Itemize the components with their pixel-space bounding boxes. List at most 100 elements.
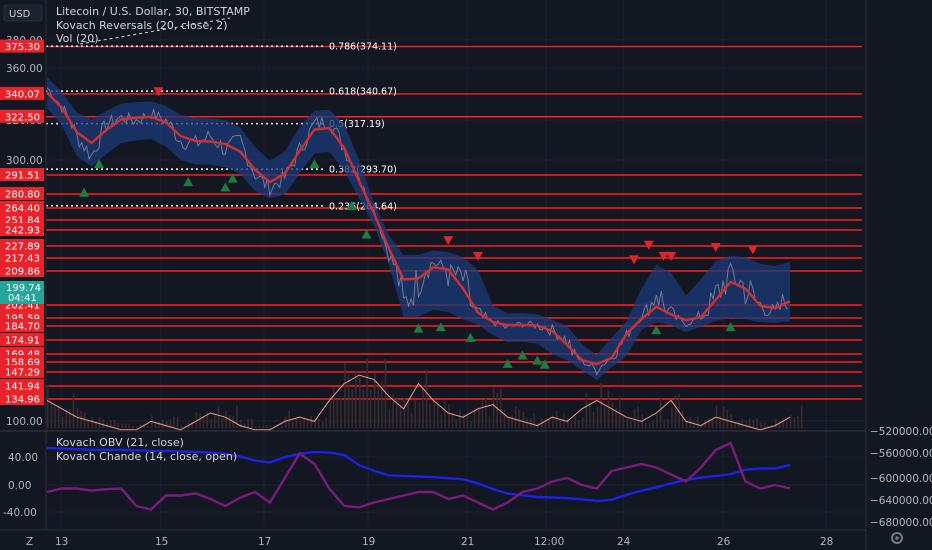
volume-bar	[696, 416, 699, 428]
volume-bar	[284, 416, 287, 428]
volume-bar	[299, 419, 302, 428]
volume-bar	[210, 419, 213, 428]
volume-bar	[715, 405, 718, 428]
volume-bar	[255, 426, 257, 428]
volume-bar	[433, 401, 435, 428]
volume-bar	[161, 419, 164, 428]
volume-bar	[797, 416, 799, 428]
indicator-kovach-chande[interactable]: Kovach Chande (14, close, open)	[56, 450, 237, 463]
reversal-down-marker	[643, 240, 654, 250]
chande-tick-label: -40.00	[3, 507, 37, 519]
settings-gear-icon[interactable]	[891, 532, 903, 544]
volume-bar	[340, 397, 342, 428]
volume-bar	[128, 424, 131, 428]
current-price-tag: 199.74 04:41	[0, 281, 44, 304]
volume-bar	[734, 422, 736, 428]
indicator-kovach-obv[interactable]: Kovach OBV (21, close)	[56, 436, 184, 449]
volume-bar	[121, 423, 123, 428]
volume-bar	[793, 417, 796, 428]
indicator-kovach-reversals[interactable]: Kovach Reversals (20, close, 2)	[56, 19, 228, 32]
volume-bar	[503, 409, 506, 428]
volume-bar	[321, 421, 324, 428]
volume-bar	[429, 404, 431, 428]
volume-bar	[418, 402, 421, 428]
volume-bar	[240, 419, 242, 428]
volume-bar	[470, 420, 472, 428]
indicator-volume[interactable]: Vol (20)	[56, 32, 99, 45]
volume-bar	[176, 417, 179, 428]
volume-bar	[87, 420, 90, 428]
obv-tick-label: −680000.00	[870, 517, 932, 529]
volume-bar	[440, 414, 443, 428]
volume-bar	[214, 413, 216, 428]
reversal-down-marker	[443, 236, 454, 246]
volume-bar	[782, 417, 784, 428]
chart-title[interactable]: Litecoin / U.S. Dollar, 30, BITSTAMP	[56, 5, 250, 18]
chart-canvas: 0.786(374.11)0.618(340.67)0.5(317.19)0.3…	[0, 0, 932, 550]
volume-bar	[310, 415, 313, 428]
volume-bar	[485, 398, 487, 428]
obv-tick-label: −560000.00	[870, 448, 932, 460]
time-axis[interactable]: 13 15 17 19 21 12:00 24 26 28	[0, 529, 866, 548]
volume-bar	[318, 418, 320, 428]
level-price-tags: 375.30340.07322.50291.51280.80264.40251.…	[0, 39, 44, 406]
volume-bar	[329, 404, 331, 428]
currency-button-label: USD	[9, 9, 31, 20]
volume-bar	[247, 418, 249, 428]
volume-bar	[600, 382, 603, 428]
level-tag-label: 174.91	[5, 336, 40, 347]
chande-axis[interactable]: 40.00 0.00 -40.00	[3, 452, 38, 519]
volume-bar	[47, 384, 49, 428]
level-tag-label: 375.30	[5, 42, 40, 53]
volume-bar	[72, 393, 75, 428]
volume-bar	[711, 418, 714, 428]
volume-bar	[589, 402, 591, 428]
volume-bar	[667, 419, 669, 428]
volume-bar	[763, 422, 766, 428]
volume-bar	[652, 420, 654, 428]
volume-bar	[581, 417, 584, 428]
volume-bar	[645, 422, 647, 428]
volume-bar	[775, 418, 777, 428]
volume-bar	[574, 416, 576, 428]
volume-bar	[113, 419, 116, 428]
volume-bar	[681, 410, 684, 428]
level-tag-label: 184.70	[5, 322, 40, 333]
volume-bar	[693, 421, 695, 428]
volume-bar	[217, 406, 220, 428]
volume-bar	[102, 419, 104, 428]
volume-bar	[741, 418, 743, 428]
time-tick-label: 21	[461, 536, 474, 548]
volume-bar	[395, 397, 398, 428]
time-tick-label: 15	[155, 536, 168, 548]
level-tag-label: 209.86	[5, 267, 40, 278]
volume-bar	[199, 413, 201, 428]
volume-bar	[444, 399, 446, 428]
volume-bar	[656, 413, 658, 428]
reversal-down-marker	[710, 243, 721, 253]
level-tag-label: 291.51	[5, 171, 40, 182]
volume-bar	[98, 416, 101, 428]
volume-bar	[800, 405, 803, 428]
volume-bar	[410, 412, 413, 428]
volume-bar	[291, 421, 294, 428]
volume-bar	[132, 425, 134, 428]
envelope-band	[47, 76, 790, 381]
chande-tick-label: 40.00	[8, 452, 38, 464]
volume-bar	[158, 421, 160, 428]
volume-bar	[54, 406, 56, 428]
volume-bar	[306, 418, 309, 428]
volume-bar	[607, 390, 610, 428]
timezone-icon[interactable]: Z	[26, 536, 33, 548]
volume-bar	[459, 409, 461, 428]
obv-tick-label: −640000.00	[870, 495, 932, 507]
reversal-up-marker	[413, 323, 424, 333]
volume-bars	[47, 358, 803, 428]
volume-bar	[533, 412, 535, 428]
volume-bar	[422, 384, 424, 428]
volume-bar	[577, 419, 580, 428]
obv-axis[interactable]: −520000.00 −560000.00 −600000.00 −640000.00…	[865, 0, 932, 550]
volume-bar	[295, 418, 298, 428]
volume-bar	[663, 419, 666, 428]
volume-bar	[448, 404, 450, 428]
